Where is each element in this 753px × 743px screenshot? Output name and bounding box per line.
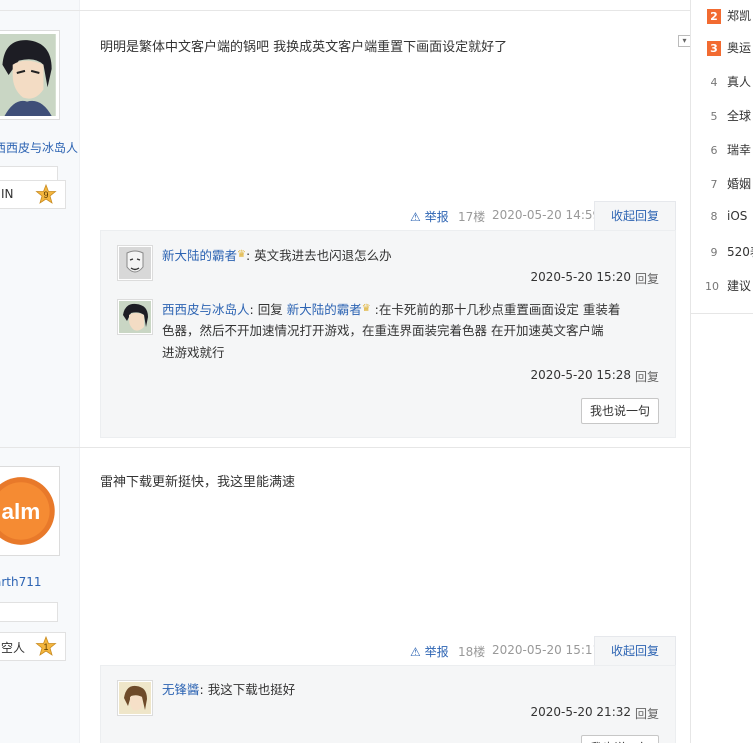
report-link[interactable]: ⚠ 举报 — [410, 643, 449, 660]
hot-topic-title: 婚姻 — [727, 177, 752, 191]
sidebar-divider — [691, 313, 753, 314]
post-divider — [0, 10, 690, 11]
tieba-thread-page: 西西皮与冰岛人 IN 9 明明是繁体中文客户端的锅吧 我换成英文客户端重置下画面… — [0, 0, 753, 743]
hot-topic-item[interactable]: 7 婚姻 — [707, 175, 753, 195]
reply-list: 无锋醬: 我这下载也挺好 2020-5-20 21:32 回复 我也说一句 — [100, 665, 676, 743]
reply-content: 色器，然后不开加速情况打开游戏，在重连界面装完着色器 在开加速英文客户端 — [162, 323, 604, 338]
level-badge-icon: 1 — [35, 636, 57, 656]
floor-number: 17楼 — [458, 210, 486, 224]
avatar-logo-text: alm — [1, 499, 40, 524]
reply-button[interactable]: 回复 — [635, 705, 659, 722]
hot-rank-number: 10 — [705, 280, 719, 293]
post-content: 明明是繁体中文客户端的锅吧 我换成英文客户端重置下画面设定就好了 — [100, 40, 508, 55]
hot-topic-item[interactable]: 5 全球 — [707, 107, 753, 127]
say-something-button[interactable]: 我也说一句 — [581, 735, 659, 743]
post-time: 2020-05-20 15:11 — [492, 643, 601, 657]
hot-topics-sidebar: 2 郑凯 3 奥运 4 真人 5 全球 6 瑞幸 7 婚姻 8 iOS 9 520表 10 建议 — [690, 0, 753, 743]
report-link[interactable]: ⚠ 举报 — [410, 208, 449, 225]
hot-topic-title: iOS — [727, 209, 748, 223]
mask-avatar-image — [119, 247, 151, 279]
warning-triangle-icon: ⚠ — [410, 645, 421, 659]
reply-avatar[interactable] — [117, 245, 153, 281]
anime-avatar-image — [119, 301, 151, 333]
reply-text-line: 西西皮与冰岛人: 回复 新大陆的霸者♛ :在卡死前的那十几秒点重置画面设定 重装… — [162, 298, 662, 321]
reply-time: 2020-5-20 15:28 — [530, 368, 632, 382]
reply-avatar[interactable] — [117, 299, 153, 335]
floor-number: 18楼 — [458, 645, 486, 659]
hot-rank-number: 8 — [710, 210, 718, 223]
warning-triangle-icon: ⚠ — [410, 210, 421, 224]
collapse-replies-button[interactable]: 收起回复 — [594, 636, 676, 666]
reply-time: 2020-5-20 21:32 — [530, 705, 632, 719]
anime-avatar-image — [119, 682, 151, 714]
reply-button[interactable]: 回复 — [635, 368, 659, 385]
hot-topic-item[interactable]: 3 奥运 — [707, 39, 753, 59]
post-content: 雷神下载更新挺快，我这里能满速 — [100, 475, 296, 490]
reply-content: 英文我进去也闪退怎么办 — [250, 248, 392, 263]
reply-text-line: 无锋醬: 我这下载也挺好 — [162, 679, 662, 701]
level-number: 1 — [43, 642, 48, 652]
hot-topic-item[interactable]: 2 郑凯 — [707, 7, 753, 27]
level-title: 空人 — [1, 641, 26, 655]
hot-topic-title: 瑞幸 — [727, 143, 752, 157]
reply-username-link[interactable]: 新大陆的霸者 — [162, 248, 237, 263]
crown-icon: ♛ — [237, 249, 246, 260]
reply-content: 我这下载也挺好 — [203, 682, 296, 697]
hot-topic-title: 520表 — [727, 245, 753, 259]
hot-rank-number: 3 — [707, 41, 721, 56]
reply-avatar[interactable] — [117, 680, 153, 716]
username-link[interactable]: arth711 — [0, 575, 42, 589]
reply-username-link[interactable]: 西西皮与冰岛人 — [162, 302, 250, 317]
hot-rank-number: 7 — [710, 178, 718, 191]
hot-rank-number: 4 — [710, 76, 718, 89]
hot-topic-title: 建议 — [727, 279, 752, 293]
hot-rank-number: 9 — [710, 246, 718, 259]
hot-topic-title: 郑凯 — [727, 9, 752, 23]
hot-topic-item[interactable]: 6 瑞幸 — [707, 141, 753, 161]
user-field-blank — [0, 602, 58, 622]
reply-text-line: 新大陆的霸者♛: 英文我进去也闪退怎么办 — [162, 244, 662, 267]
reply-time: 2020-5-20 15:20 — [530, 270, 632, 284]
level-title: IN — [1, 187, 14, 201]
hot-rank-number: 2 — [707, 9, 721, 24]
hot-topic-item[interactable]: 9 520表 — [707, 243, 753, 263]
level-badge-icon: 9 — [35, 184, 57, 204]
hot-topic-item[interactable]: 10 建议 — [703, 277, 753, 297]
reply-content: 进游戏就行 — [162, 345, 225, 360]
hot-topic-item[interactable]: 8 iOS — [707, 209, 753, 229]
crown-icon: ♛ — [361, 303, 371, 314]
anime-avatar-image — [0, 34, 56, 116]
username-link[interactable]: 西西皮与冰岛人 — [0, 139, 78, 156]
user-level-box[interactable]: IN 9 — [0, 180, 66, 209]
reply-target-link[interactable]: 新大陆的霸者 — [287, 302, 362, 317]
reply-button[interactable]: 回复 — [635, 270, 659, 287]
hot-topic-title: 奥运 — [727, 41, 752, 55]
hot-topic-title: 全球 — [727, 109, 752, 123]
hot-rank-number: 5 — [710, 110, 718, 123]
reply-prefix: 回复 — [253, 302, 287, 317]
hot-topic-title: 真人 — [727, 75, 752, 89]
post-time: 2020-05-20 14:59 — [492, 208, 601, 222]
user-level-box[interactable]: 空人 1 — [0, 632, 66, 661]
user-avatar[interactable] — [0, 30, 60, 120]
post-divider — [0, 447, 690, 448]
collapse-replies-button[interactable]: 收起回复 — [594, 201, 676, 231]
user-avatar[interactable]: alm — [0, 466, 60, 556]
palm-logo-avatar-image: alm — [0, 470, 56, 552]
hot-topic-item[interactable]: 4 真人 — [707, 73, 753, 93]
hot-rank-number: 6 — [710, 144, 718, 157]
reply-list: 新大陆的霸者♛: 英文我进去也闪退怎么办 2020-5-20 15:20 回复 … — [100, 230, 676, 438]
level-number: 9 — [43, 190, 48, 200]
reply-username-link[interactable]: 无锋醬 — [162, 682, 200, 697]
reply-content: :在卡死前的那十几秒点重置画面设定 重装着 — [370, 302, 621, 317]
say-something-button[interactable]: 我也说一句 — [581, 398, 659, 424]
